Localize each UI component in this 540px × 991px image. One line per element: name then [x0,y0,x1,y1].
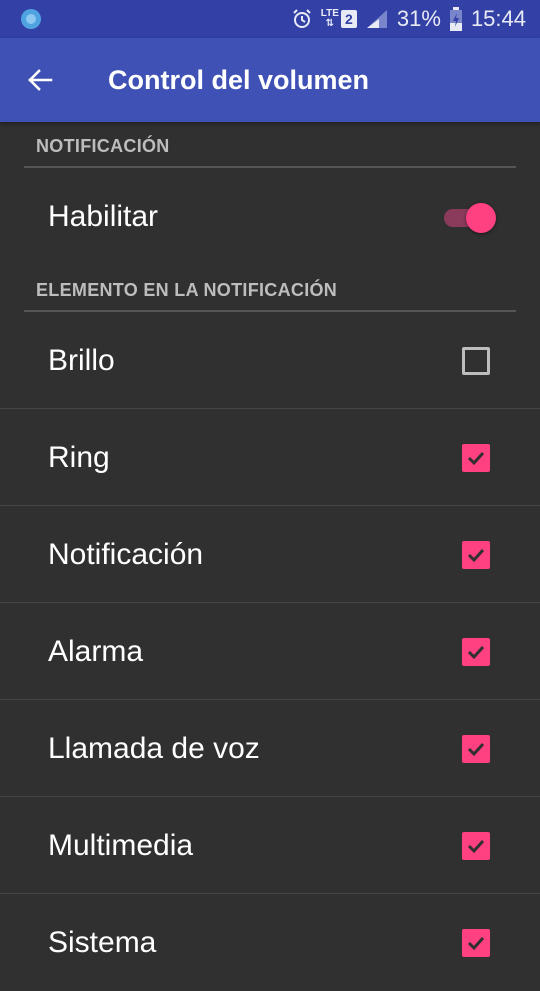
network-indicator: LTE ⇅ 2 [321,9,357,29]
section-header-label: NOTIFICACIÓN [36,136,170,156]
alarma-checkbox[interactable] [462,637,490,666]
ring-checkbox[interactable] [462,443,490,472]
pref-habilitar[interactable]: Habilitar [0,168,540,266]
sim-slot-badge: 2 [340,10,357,28]
page-title: Control del volumen [108,65,370,95]
battery-percent: 31% [396,6,441,31]
checkmark-icon [467,548,485,562]
status-icons: LTE ⇅ 2 31% 15:44 [291,0,526,38]
pref-ring[interactable]: Ring [0,409,540,506]
app-bar: Control del volumen [0,38,540,122]
battery-charging-icon [449,7,463,31]
pref-label: Sistema [48,925,157,959]
pref-label: Habilitar [48,200,159,233]
pref-llamada-de-voz[interactable]: Llamada de voz [0,700,540,797]
pref-multimedia[interactable]: Multimedia [0,797,540,894]
checkmark-icon [467,742,485,756]
brillo-checkbox[interactable] [462,346,490,375]
section-header-label: ELEMENTO EN LA NOTIFICACIÓN [36,280,338,300]
pref-alarma[interactable]: Alarma [0,603,540,700]
sistema-checkbox[interactable] [462,928,490,957]
pref-label: Llamada de voz [48,731,260,765]
pref-label: Brillo [48,343,115,377]
llamada-de-voz-checkbox[interactable] [462,734,490,763]
status-bar: LTE ⇅ 2 31% 15:44 [0,0,540,38]
habilitar-switch[interactable] [444,202,496,233]
signal-strength-icon [365,8,389,30]
pref-sistema[interactable]: Sistema [0,894,540,991]
clock-time: 15:44 [470,6,526,31]
arrow-left-icon [28,69,53,91]
checkmark-icon [467,936,485,950]
pref-label: Ring [48,440,110,474]
pref-notificacion[interactable]: Notificación [0,506,540,603]
data-arrows-icon: ⇅ [325,18,334,29]
multimedia-checkbox[interactable] [462,831,490,860]
alarm-clock-icon [291,8,313,30]
preferences-list: NOTIFICACIÓN Habilitar ELEMENTO EN LA NO… [0,122,540,991]
checkmark-icon [467,451,485,465]
notificacion-checkbox[interactable] [462,540,490,569]
pref-label: Alarma [48,634,144,668]
app-notification-icon [20,8,42,30]
pref-label: Multimedia [48,828,194,862]
pref-brillo[interactable]: Brillo [0,312,540,409]
checkmark-icon [467,839,485,853]
back-button[interactable] [16,56,64,104]
checkmark-icon [467,645,485,659]
section-header-notification: NOTIFICACIÓN [0,122,540,168]
pref-label: Notificación [48,537,204,571]
section-header-notification-elements: ELEMENTO EN LA NOTIFICACIÓN [0,266,540,312]
switch-thumb [466,203,496,233]
